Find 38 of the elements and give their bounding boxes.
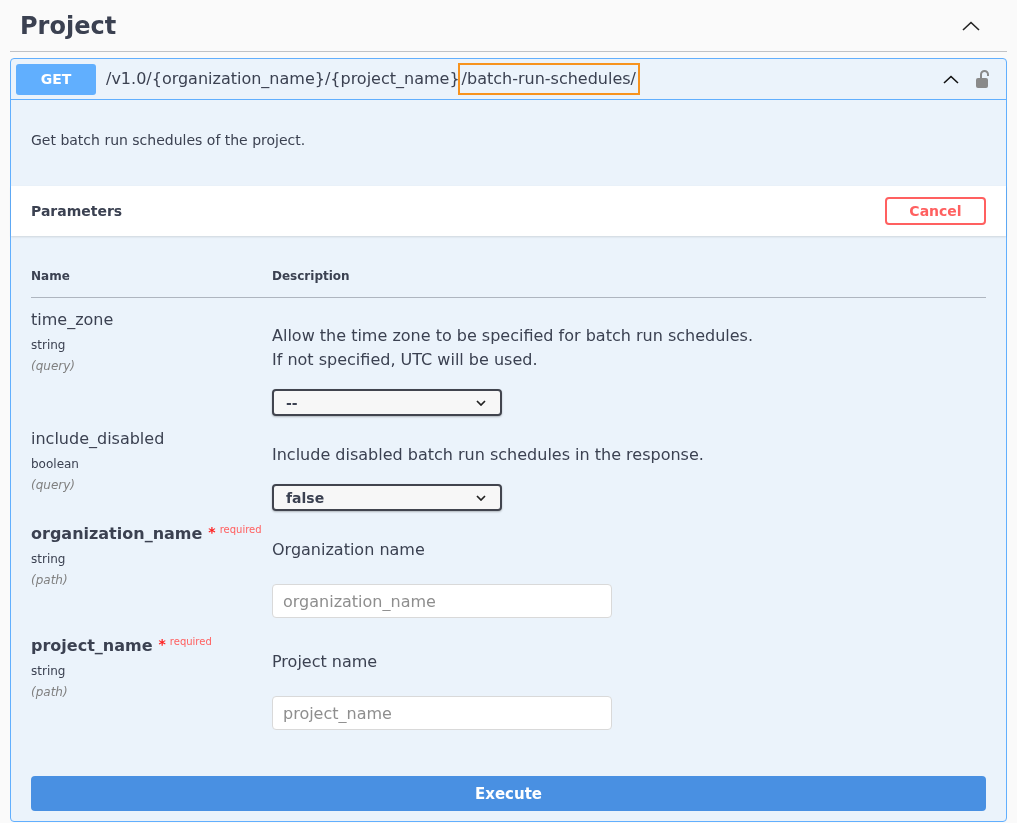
operation-description: Get batch run schedules of the project.	[31, 131, 307, 150]
column-header: Name	[31, 268, 71, 285]
parameter-name: organization_name	[31, 524, 203, 544]
highlighted-path-text: /batch-run-schedules/	[457, 63, 640, 95]
column-header: Description	[272, 268, 351, 285]
required-label: required	[169, 636, 212, 648]
parameter-location: (path)	[31, 573, 69, 588]
caret-icon	[476, 399, 486, 406]
parameter-description: If not specified, UTC will be used.	[272, 349, 539, 371]
parameter-type: string	[31, 338, 67, 353]
select-field[interactable]: --	[272, 389, 502, 416]
parameter-description: Project name	[272, 651, 379, 673]
required-label: required	[219, 524, 262, 536]
parameter-type: string	[31, 664, 67, 679]
parameters-title: Parameters	[31, 203, 123, 219]
parameter-location: (query)	[31, 478, 76, 493]
chevron-up-icon[interactable]	[943, 74, 959, 84]
parameter-description: Allow the time zone to be specified for batch run schedules.	[272, 325, 755, 347]
select-field[interactable]: false	[272, 484, 502, 511]
parameter-location: (path)	[31, 685, 69, 700]
unlocked-lock-icon[interactable]	[975, 70, 989, 88]
parameter-name: project_name	[31, 636, 153, 656]
parameter-type: string	[31, 552, 67, 567]
endpoint-path-text: /v1.0/{organization_name}/{project_name}	[106, 68, 460, 90]
parameter-name: include_disabled	[31, 429, 165, 449]
text-field[interactable]: project_name	[272, 696, 612, 730]
parameter-description: Include disabled batch run schedules in the response.	[272, 444, 705, 466]
parameter-description: Organization name	[272, 539, 426, 561]
operation-summary[interactable]: GET /v1.0/{organization_name}/{project_name}/batch-run-schedules/	[11, 59, 1006, 100]
required-asterisk: *	[208, 524, 216, 540]
chevron-up-icon[interactable]	[962, 20, 980, 31]
section-title[interactable]: Project	[20, 10, 117, 41]
required-asterisk: *	[158, 636, 166, 652]
parameter-location: (query)	[31, 359, 76, 374]
caret-icon	[476, 494, 486, 501]
parameter-type: boolean	[31, 457, 80, 472]
parameter-name: time_zone	[31, 310, 114, 330]
text-field[interactable]: organization_name	[272, 584, 612, 618]
